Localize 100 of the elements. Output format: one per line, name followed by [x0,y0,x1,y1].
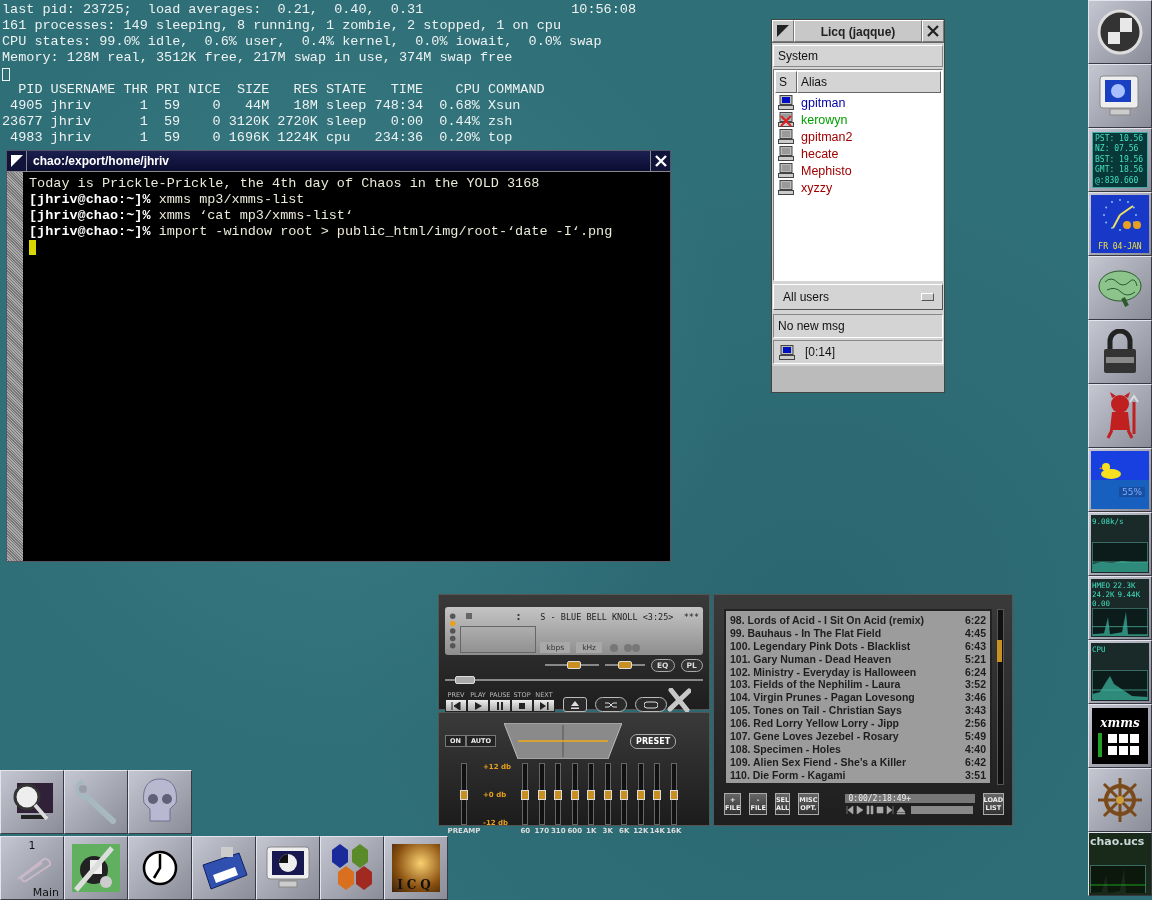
track-title[interactable]: 103. Fields of the Nephilim - Laura [730,678,901,692]
contact-name[interactable]: kerowyn [801,112,848,127]
launcher-button[interactable] [64,770,128,834]
launcher-button[interactable] [64,836,128,900]
slider-thumb[interactable] [567,661,581,669]
previous-button[interactable] [445,699,467,712]
slider-track[interactable] [538,763,545,825]
launcher-button[interactable]: 1 Main [0,836,64,900]
column-header[interactable]: S [775,71,797,93]
slider-thumb[interactable] [620,790,629,800]
dock-app-button[interactable] [1088,256,1152,320]
clock-time: 10:56:08 [571,2,636,18]
launcher-button[interactable] [128,770,192,834]
eject-icon [570,700,580,709]
slider-track[interactable] [571,763,578,825]
track-title[interactable]: 98. Lords of Acid - I Sit On Acid (remix) [730,614,925,627]
contact-name[interactable]: hecate [801,146,839,161]
terminal-line: [jhriv@chao:~]% import -window root > public_html/img/root-‘date -I‘.png [29,224,614,240]
contact-name[interactable]: gpitman [801,95,846,110]
dock-app-button[interactable]: chao.ucs [1088,832,1152,896]
repeat-button[interactable] [635,697,667,712]
scrollbar[interactable] [7,172,23,561]
close-button[interactable] [650,151,670,171]
stop-button[interactable] [511,699,533,712]
track-title[interactable]: 105. Tones on Tail - Christian Says [730,704,902,718]
dock-app-button[interactable]: xmms [1088,704,1152,768]
contact-name[interactable]: gpitman2 [801,129,853,144]
dock-app-button[interactable]: PST: 10.56 NZ: 07.56 BST: 19.56 GMT: 18.56 @:830.660 [1088,128,1152,192]
track-title[interactable]: 106. Red Lorry Yellow Lorry - Jipp [730,717,900,730]
dock-app-button[interactable] [1088,0,1152,64]
track-title[interactable]: 101. Gary Numan - Dead Heaven [730,652,892,666]
pause-icon [495,701,505,710]
dock-app-button[interactable] [1088,384,1152,448]
launcher-button[interactable] [192,836,256,900]
window-menu-button[interactable] [7,151,27,171]
slider-thumb[interactable] [454,676,475,684]
track-duration: 5:21 [965,652,986,666]
next-button[interactable] [533,699,555,712]
slider-track[interactable] [555,763,562,825]
column-header: RES [292,82,318,98]
text-cursor [29,240,36,255]
slider-track[interactable] [522,763,529,825]
column-header[interactable]: Alias [797,71,941,93]
pause-button[interactable] [489,699,511,712]
track-title[interactable]: 110. Die Form - Kagami [730,768,846,782]
column-header: TIME [389,82,424,98]
time-display: : [516,610,521,622]
eject-button[interactable] [563,697,587,712]
track-title[interactable]: 107. Gene Loves Jezebel - Rosary [730,730,899,743]
dock-app-button[interactable] [1088,64,1152,128]
shuffle-button[interactable] [595,697,627,712]
menu-item[interactable]: System [773,45,943,67]
computer-icon [778,95,794,110]
slider-thumb[interactable] [554,790,563,800]
slider-thumb[interactable] [570,790,579,800]
launcher-button[interactable] [320,836,384,900]
track-title[interactable]: 108. Specimen - Holes [730,742,841,756]
slider-thumb[interactable] [537,790,546,800]
preset-button[interactable]: PRESET [630,733,677,749]
slider-thumb[interactable] [618,661,632,669]
track-title[interactable]: 104. Virgin Prunes - Pagan Lovesong [730,691,915,705]
slider-track[interactable] [604,763,611,825]
dock-app-button[interactable]: FR 04-JAN [1088,192,1152,256]
slider-thumb[interactable] [653,790,662,800]
slider-track[interactable] [670,763,677,825]
dock-app-button[interactable] [1088,768,1152,832]
dock-app-button[interactable] [1088,320,1152,384]
slider-thumb[interactable] [603,790,612,800]
slider-thumb[interactable] [636,790,645,800]
track-title[interactable]: 100. Legendary Pink Dots - Blacklist [730,639,911,653]
launcher-button[interactable] [128,836,192,900]
group-dropdown[interactable]: All users [773,284,943,310]
slider-track[interactable] [588,763,595,825]
clock-reading: @:830.660 [1095,175,1140,187]
play-button[interactable] [467,699,489,712]
launcher-button[interactable] [256,836,320,900]
slider-thumb[interactable] [669,790,678,800]
track-title[interactable]: 102. Ministry - Everyday is Halloween [730,665,917,679]
load-graph [1092,542,1148,572]
slider-thumb[interactable] [521,790,530,800]
message-status[interactable]: No new msg [773,314,943,338]
slider-track[interactable] [637,763,644,825]
status-text[interactable]: [0:14] [805,345,836,359]
contact-name[interactable]: Mephisto [801,163,852,178]
scrollbar[interactable] [997,609,1004,785]
table-cell-text: sleep [324,114,367,130]
slider-track[interactable] [461,763,467,825]
computer-icon [778,163,794,178]
contact-name[interactable]: xyzzy [801,180,833,195]
slider-track[interactable] [621,763,628,825]
percent-reading: 55% [1119,487,1145,497]
table-cell-text: 4983 [9,130,43,146]
computer-icon [779,344,795,360]
slider-track[interactable] [654,763,661,825]
slider-thumb[interactable] [460,790,468,800]
track-title[interactable]: 99. Bauhaus - In The Flat Field [730,626,882,640]
launcher-button[interactable] [0,770,64,834]
slider-thumb[interactable] [587,790,596,800]
terminal-line: [jhriv@chao:~]% xmms ‘cat mp3/xmms-list‘ [29,208,355,224]
track-title[interactable]: 109. Alien Sex Fiend - She’s a Killer [730,755,907,769]
